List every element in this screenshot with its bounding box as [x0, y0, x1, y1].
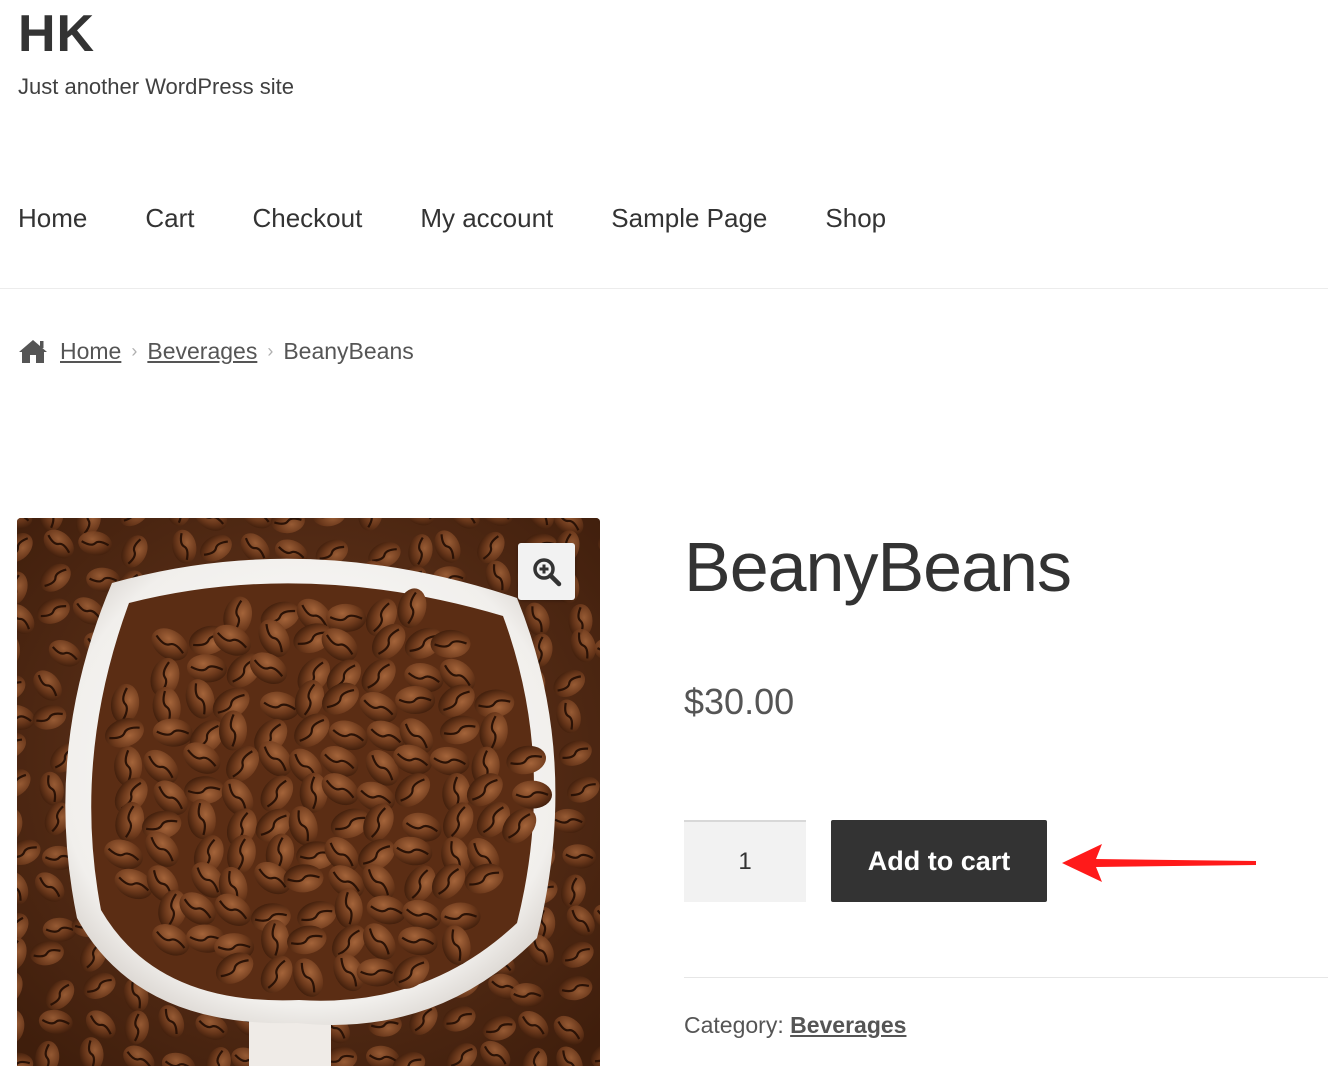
home-icon — [18, 338, 48, 364]
chevron-right-icon: › — [267, 341, 274, 361]
breadcrumb: Home › Beverages › BeanyBeans — [18, 334, 414, 368]
add-to-cart-button[interactable]: Add to cart — [831, 820, 1047, 902]
product-price: $30.00 — [684, 681, 795, 722]
nav-item-my-account[interactable]: My account — [420, 198, 553, 238]
breadcrumb-current: BeanyBeans — [283, 338, 414, 364]
product-title: BeanyBeans — [684, 528, 1072, 606]
nav-item-shop[interactable]: Shop — [825, 198, 886, 238]
nav-divider — [0, 288, 1328, 289]
breadcrumb-link-beverages[interactable]: Beverages — [147, 334, 257, 368]
nav-item-sample-page[interactable]: Sample Page — [611, 198, 767, 238]
coffee-beans-photo — [17, 518, 600, 1066]
zoom-button[interactable] — [518, 543, 575, 600]
category-label: Category: — [684, 1012, 784, 1038]
red-arrow-icon — [1062, 844, 1256, 882]
primary-navigation: Home Cart Checkout My account Sample Pag… — [18, 198, 886, 238]
category-link[interactable]: Beverages — [790, 1012, 906, 1038]
summary-divider — [684, 977, 1328, 978]
product-meta: Category: Beverages — [684, 1008, 906, 1042]
product-image[interactable] — [17, 518, 600, 1066]
page: HK Just another WordPress site Home Cart… — [0, 0, 1328, 1066]
site-title[interactable]: HK — [18, 4, 95, 64]
chevron-right-icon: › — [131, 341, 138, 361]
quantity-input[interactable] — [684, 820, 806, 902]
breadcrumb-link-home[interactable]: Home — [60, 334, 121, 368]
nav-item-home[interactable]: Home — [18, 198, 87, 238]
nav-item-checkout[interactable]: Checkout — [252, 198, 362, 238]
nav-item-cart[interactable]: Cart — [145, 198, 194, 238]
zoom-in-icon — [532, 557, 561, 586]
site-description: Just another WordPress site — [18, 74, 294, 99]
